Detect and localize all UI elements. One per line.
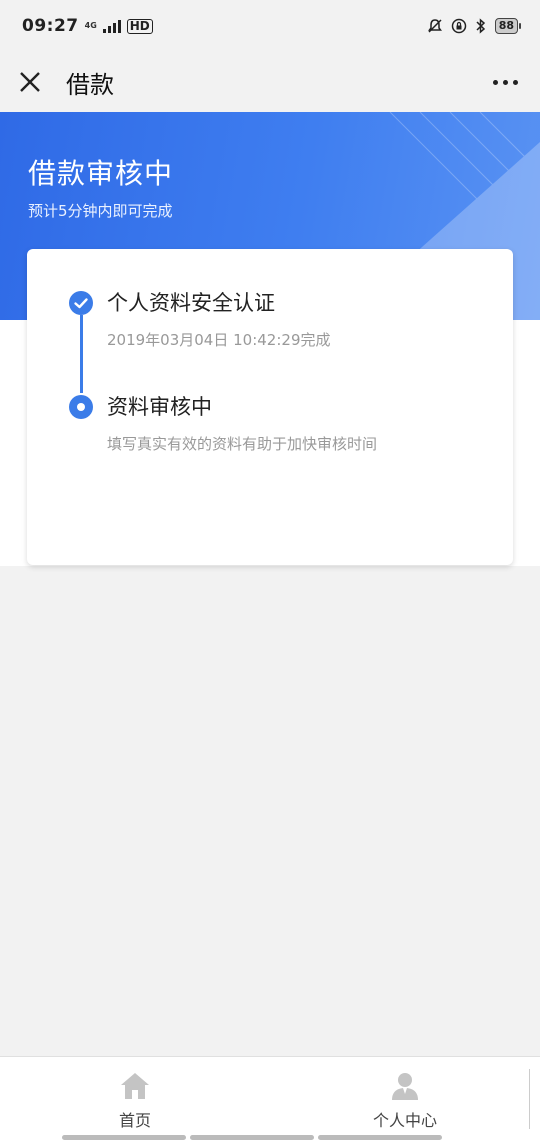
network-type: 4G <box>84 21 97 30</box>
nav-divider <box>529 1069 530 1129</box>
current-step-icon <box>69 395 93 419</box>
more-dot-icon <box>503 79 508 85</box>
progress-card: 个人资料安全认证 2019年03月04日 10:42:29完成 资料审核中 填写… <box>27 249 513 565</box>
nav-label: 首页 <box>118 1111 151 1130</box>
home-icon <box>121 1073 149 1099</box>
close-button[interactable] <box>16 68 44 96</box>
user-icon <box>392 1073 418 1100</box>
step-title: 资料审核中 <box>107 395 212 419</box>
close-icon <box>20 72 40 92</box>
bottom-nav: 首页 个人中心 <box>0 1056 540 1140</box>
home-indicator <box>62 1135 442 1140</box>
nav-item-profile[interactable]: 个人中心 <box>270 1057 540 1140</box>
more-dot-icon <box>493 79 498 85</box>
more-dot-icon <box>513 79 518 85</box>
hd-badge: HD <box>126 18 153 34</box>
status-bar: 09:27 4G HD 88 <box>0 0 540 52</box>
step-title: 个人资料安全认证 <box>107 291 275 315</box>
status-time: 09:27 <box>22 16 79 36</box>
signal-icon <box>102 19 121 33</box>
nav-item-home[interactable]: 首页 <box>0 1057 270 1140</box>
lock-rotation-icon <box>451 18 466 34</box>
bluetooth-icon <box>476 18 485 34</box>
status-left: 09:27 4G HD <box>22 16 153 36</box>
step-subtitle: 填写真实有效的资料有助于加快审核时间 <box>107 435 378 453</box>
step-subtitle: 2019年03月04日 10:42:29完成 <box>107 331 331 349</box>
step-connector <box>80 315 83 393</box>
banner-title: 借款审核中 <box>28 157 174 190</box>
step-item: 资料审核中 填写真实有效的资料有助于加快审核时间 <box>107 391 377 454</box>
step-item: 个人资料安全认证 2019年03月04日 10:42:29完成 <box>107 287 331 350</box>
nav-label: 个人中心 <box>372 1111 437 1130</box>
bell-muted-icon <box>427 19 442 33</box>
check-circle-icon <box>69 291 93 315</box>
title-bar: 借款 <box>0 52 540 112</box>
page-title: 借款 <box>66 70 114 99</box>
battery-icon: 88 <box>494 18 522 34</box>
banner-subtitle: 预计5分钟内即可完成 <box>28 202 173 220</box>
status-right: 88 <box>427 18 522 34</box>
more-options-button[interactable] <box>487 72 524 93</box>
